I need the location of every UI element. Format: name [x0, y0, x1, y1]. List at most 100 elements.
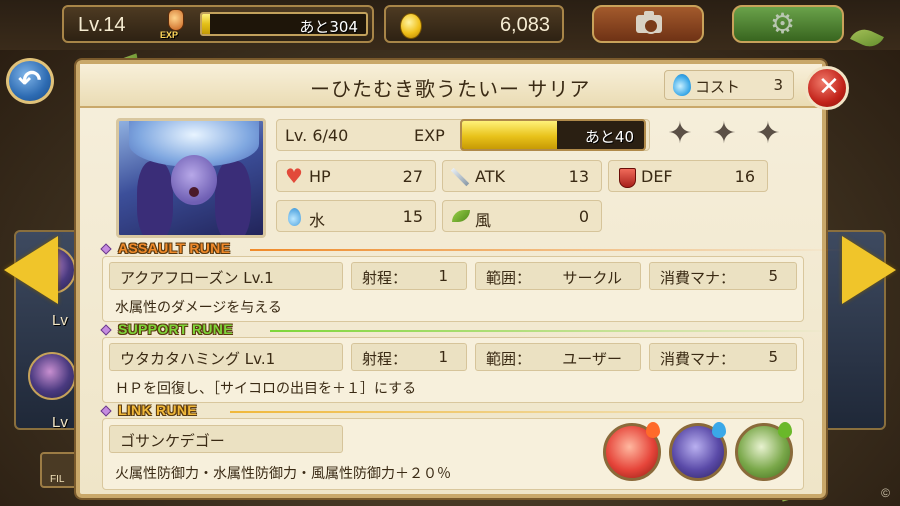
card-exp-label: EXP	[414, 126, 445, 145]
wind-value: 0	[578, 207, 589, 226]
exp-icon: EXP	[158, 7, 192, 43]
diamond-icon	[100, 405, 112, 417]
hp-label: HP	[309, 167, 331, 186]
next-card-arrow[interactable]	[842, 236, 896, 304]
player-level-box: Lv.14 EXP あと304	[62, 5, 374, 43]
area-label: 範囲：	[486, 350, 532, 368]
back-button[interactable]: ↶	[6, 58, 54, 104]
atk-value: 13	[568, 167, 589, 186]
coin-count: 6,083	[499, 14, 550, 36]
camera-button[interactable]	[592, 5, 704, 43]
assault-rune-area-cell: 範囲： サークル	[475, 262, 641, 290]
cost-label: コスト	[695, 78, 741, 96]
cost-value: 3	[773, 76, 783, 94]
link-rune-section: ゴサンケデゴー 火属性防御力・水属性防御力・風属性防御力＋２０％	[102, 418, 804, 490]
water-label: 水	[309, 211, 326, 230]
mana-value: 5	[768, 267, 778, 285]
support-rune-name: ウタカタハミング Lv.1	[120, 350, 276, 368]
assault-rune-section: アクアフローズン Lv.1 射程： 1 範囲： サークル 消費マナ： 5 水属性…	[102, 256, 804, 322]
support-rune-section: ウタカタハミング Lv.1 射程： 1 範囲： ユーザー 消費マナ： 5 ＨＰを…	[102, 337, 804, 403]
leaf-icon	[451, 208, 470, 226]
assault-rune-range-cell: 射程： 1	[351, 262, 467, 290]
back-arrow-icon: ↶	[18, 64, 42, 97]
support-rune-mana-cell: 消費マナ： 5	[649, 343, 797, 371]
settings-button[interactable]: ⚙	[732, 5, 844, 43]
watermark: ©	[881, 486, 890, 500]
background-unit-level: Lv	[52, 414, 68, 431]
link-rune-divider	[230, 411, 790, 413]
assault-rune-tag: ASSAULT RUNE	[100, 240, 230, 256]
cost-box: コスト 3	[664, 70, 794, 100]
assault-rune-divider	[250, 249, 850, 251]
assault-rune-mana-cell: 消費マナ： 5	[649, 262, 797, 290]
rarity-star-icon: ✦	[667, 116, 693, 151]
card-exp-bar: あと40	[460, 119, 646, 151]
water-value: 15	[402, 207, 423, 226]
card-level: Lv. 6/40	[285, 126, 349, 145]
diamond-icon	[100, 324, 112, 336]
assault-rune-description: 水属性のダメージを与える	[115, 300, 282, 316]
link-rune-description: 火属性防御力・水属性防御力・風属性防御力＋２０％	[115, 466, 451, 482]
exp-potion-icon	[168, 9, 184, 31]
assault-rune-name-cell: アクアフローズン Lv.1	[109, 262, 343, 290]
portrait-hair	[137, 161, 173, 235]
support-rune-description: ＨＰを回復し、［サイコロの出目を＋１］にする	[115, 381, 417, 397]
card-title: ーひたむき歌うたいー サリア	[310, 77, 591, 101]
gear-icon: ⚙	[770, 7, 796, 40]
water-drop-icon	[285, 208, 303, 226]
player-exp-remaining: あと304	[299, 18, 358, 36]
def-stat: DEF 16	[608, 160, 768, 192]
card-header: ーひたむき歌うたいー サリア コスト 3	[80, 64, 822, 108]
assault-rune-name: アクアフローズン Lv.1	[120, 269, 274, 287]
link-fire-unit-icon[interactable]	[603, 422, 661, 481]
support-rune-tag-label: SUPPORT RUNE	[118, 321, 233, 337]
close-x-icon: ✕	[818, 72, 840, 102]
portrait-face	[171, 155, 217, 205]
rarity-star-icon: ✦	[755, 116, 781, 151]
link-water-unit-icon[interactable]	[669, 422, 727, 481]
shield-icon	[617, 168, 636, 188]
link-wind-unit-icon[interactable]	[735, 422, 793, 481]
def-label: DEF	[641, 167, 673, 186]
hp-value: 27	[402, 167, 423, 186]
mana-label: 消費マナ：	[660, 269, 736, 287]
link-rune-tag: LINK RUNE	[100, 402, 197, 418]
portrait-hair	[215, 161, 251, 235]
rarity-star-icon: ✦	[711, 116, 737, 151]
link-rune-name-cell: ゴサンケデゴー	[109, 425, 343, 453]
link-rune-name: ゴサンケデゴー	[120, 432, 225, 450]
mana-value: 5	[768, 348, 778, 366]
card-exp-fill	[462, 121, 557, 149]
def-value: 16	[734, 167, 755, 186]
card-detail-panel: ーひたむき歌うたいー サリア コスト 3 Lv. 6/40 EXP あと40 ✦…	[76, 60, 850, 498]
background-unit-portrait	[28, 352, 76, 400]
heart-icon	[285, 164, 303, 188]
coin-box: 6,083	[384, 5, 564, 43]
player-exp-fill	[202, 14, 211, 34]
range-value: 1	[438, 267, 448, 285]
coin-icon	[400, 13, 422, 39]
character-portrait	[116, 118, 266, 238]
previous-card-arrow[interactable]	[4, 236, 58, 304]
card-exp-remaining: あと40	[584, 128, 634, 146]
link-rune-tag-label: LINK RUNE	[118, 402, 197, 418]
wind-attribute-stat: 風 0	[442, 200, 602, 232]
camera-icon	[636, 11, 662, 34]
water-drop-icon	[673, 74, 691, 96]
support-rune-range-cell: 射程： 1	[351, 343, 467, 371]
range-label: 射程：	[362, 350, 408, 368]
range-value: 1	[438, 348, 448, 366]
exp-icon-label: EXP	[160, 30, 179, 40]
portrait-mouth	[189, 187, 199, 197]
hp-stat: HP 27	[276, 160, 436, 192]
area-value: サークル	[562, 269, 622, 287]
water-attribute-stat: 水 15	[276, 200, 436, 232]
close-button[interactable]: ✕	[805, 66, 849, 110]
player-exp-bar: あと304	[200, 12, 368, 36]
mana-label: 消費マナ：	[660, 350, 736, 368]
background-unit-level: Lv	[52, 312, 68, 329]
support-rune-name-cell: ウタカタハミング Lv.1	[109, 343, 343, 371]
area-value: ユーザー	[562, 350, 622, 368]
diamond-icon	[100, 243, 112, 255]
wind-label: 風	[475, 211, 492, 230]
